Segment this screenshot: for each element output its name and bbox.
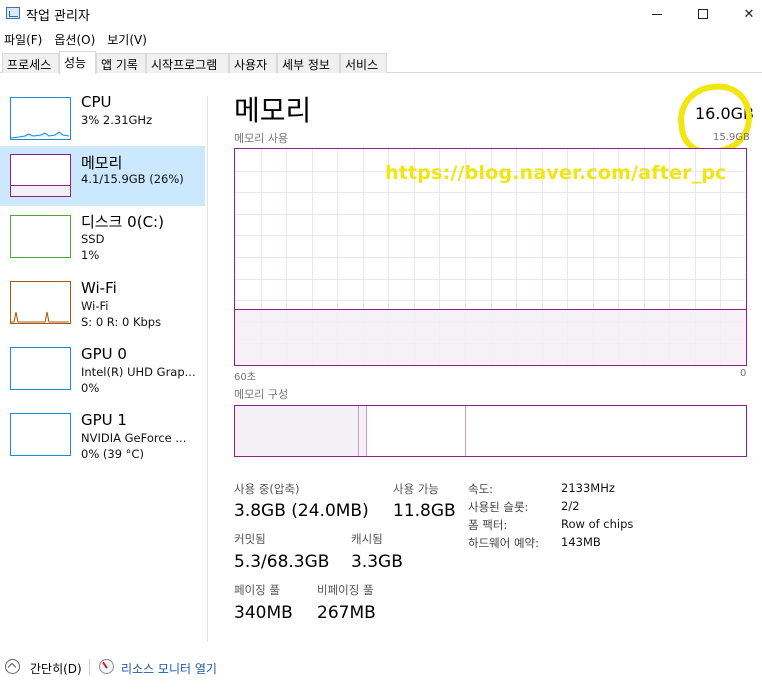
- tab-app-history[interactable]: 앱 기록: [96, 53, 146, 73]
- committed-value: 5.3/68.3GB: [234, 552, 330, 572]
- slots-label: 사용된 슬롯:: [468, 500, 529, 514]
- nonpaged-pool-label: 비페이징 풀: [317, 583, 374, 597]
- gpu1-thumbnail-graph: [10, 413, 71, 456]
- hardware-reserved-value: 143MB: [561, 535, 601, 549]
- close-button[interactable]: ✕: [726, 0, 762, 28]
- available-value: 11.8GB: [393, 501, 456, 521]
- sidebar-item-sub: Wi-Fi: [81, 299, 109, 313]
- wifi-thumbnail-graph: [10, 281, 71, 324]
- memory-composition-bar: [234, 405, 747, 457]
- menu-view[interactable]: 보기(V): [103, 29, 155, 49]
- chevron-up-icon[interactable]: [5, 659, 20, 674]
- in-use-label: 사용 중(압축): [234, 482, 300, 496]
- tab-performance[interactable]: 성능: [59, 51, 96, 74]
- sidebar-item-title: Wi-Fi: [81, 279, 117, 297]
- memory-max-label: 15.9GB: [713, 132, 750, 143]
- sidebar-item-title: GPU 0: [81, 345, 127, 363]
- panel-divider[interactable]: [207, 96, 208, 642]
- speed-label: 속도:: [468, 482, 494, 496]
- available-label: 사용 가능: [393, 482, 439, 496]
- sidebar-item-gpu1[interactable]: GPU 1 NVIDIA GeForce ... 0% (39 °C): [0, 408, 205, 470]
- committed-label: 커밋됨: [234, 532, 266, 546]
- graph-time-start: 60초: [234, 372, 256, 383]
- page-title: 메모리: [234, 94, 312, 127]
- sidebar-item-wifi[interactable]: Wi-Fi Wi-Fi S: 0 R: 0 Kbps: [0, 276, 205, 338]
- sidebar-item-cpu[interactable]: CPU 3% 2.31GHz: [0, 92, 205, 154]
- sidebar-item-sub: NVIDIA GeForce ...: [81, 431, 187, 445]
- gpu0-thumbnail-graph: [10, 347, 71, 390]
- tab-users[interactable]: 사용자: [229, 53, 277, 73]
- sidebar-item-memory[interactable]: 메모리 4.1/15.9GB (26%): [0, 146, 205, 206]
- title-bar: 작업 관리자 ✕: [0, 0, 762, 28]
- minimize-button[interactable]: [634, 0, 680, 28]
- graph-time-end: 0: [740, 368, 747, 379]
- sidebar-item-sub: 4.1/15.9GB (26%): [81, 172, 184, 186]
- hardware-reserved-label: 하드웨어 예약:: [468, 536, 540, 550]
- maximize-button[interactable]: [680, 0, 726, 28]
- blog-watermark: https://blog.naver.com/after_pc: [385, 162, 727, 184]
- form-factor-label: 폼 팩터:: [468, 518, 508, 532]
- sidebar-item-sub: S: 0 R: 0 Kbps: [81, 315, 162, 329]
- task-manager-icon: [6, 7, 20, 19]
- sidebar-item-title: 메모리: [81, 154, 123, 172]
- close-icon: ✕: [743, 6, 755, 22]
- composition-standby-divider: [465, 406, 466, 456]
- menu-file[interactable]: 파일(F): [0, 29, 50, 49]
- in-use-value: 3.8GB (24.0MB): [234, 501, 369, 521]
- resource-sidebar: CPU 3% 2.31GHz 메모리 4.1/15.9GB (26%) 디스크 …: [0, 74, 206, 644]
- minimize-icon: [652, 13, 662, 15]
- disk-thumbnail-graph: [10, 215, 71, 258]
- sidebar-item-sub: 0%: [81, 381, 100, 395]
- tab-details[interactable]: 세부 정보: [277, 53, 340, 73]
- tab-services[interactable]: 서비스: [340, 53, 387, 73]
- nonpaged-pool-value: 267MB: [317, 603, 376, 623]
- sidebar-item-sub: 0% (39 °C): [81, 447, 144, 461]
- menu-bar: 파일(F) 옵션(O) 보기(V): [0, 29, 155, 49]
- sidebar-item-sub: Intel(R) UHD Grap...: [81, 365, 196, 379]
- memory-composition-label: 메모리 구성: [234, 388, 289, 401]
- sidebar-item-sub: 1%: [81, 248, 100, 262]
- sidebar-item-title: GPU 1: [81, 411, 127, 429]
- footer-bar: 간단히(D) 리소스 모니터 열기: [0, 655, 762, 685]
- open-resource-monitor-link[interactable]: 리소스 모니터 열기: [121, 660, 217, 677]
- form-factor-value: Row of chips: [561, 517, 634, 531]
- sidebar-item-gpu0[interactable]: GPU 0 Intel(R) UHD Grap... 0%: [0, 342, 205, 404]
- sidebar-item-title: 디스크 0(C:): [81, 213, 164, 231]
- tab-bar: 프로세스 성능 앱 기록 시작프로그램 사용자 세부 정보 서비스: [0, 51, 762, 74]
- fewer-details-button[interactable]: 간단히(D): [30, 660, 82, 677]
- cached-label: 캐시됨: [351, 532, 383, 546]
- sidebar-item-disk[interactable]: 디스크 0(C:) SSD 1%: [0, 210, 205, 272]
- composition-modified: [359, 406, 367, 456]
- memory-usage-label: 메모리 사용: [234, 132, 289, 145]
- memory-usage-area: [235, 309, 746, 365]
- speed-value: 2133MHz: [561, 481, 615, 495]
- sidebar-item-sub: SSD: [81, 232, 105, 246]
- menu-options[interactable]: 옵션(O): [50, 29, 103, 49]
- sidebar-item-sub: 3% 2.31GHz: [81, 113, 153, 127]
- memory-thumbnail-graph: [10, 154, 71, 197]
- resource-monitor-icon: [99, 659, 114, 674]
- window-title: 작업 관리자: [26, 9, 90, 24]
- footer-separator: [89, 659, 90, 675]
- tab-processes[interactable]: 프로세스: [2, 53, 59, 73]
- paged-pool-label: 페이징 풀: [234, 583, 280, 597]
- cpu-thumbnail-graph: [10, 97, 71, 140]
- tab-startup[interactable]: 시작프로그램: [146, 53, 229, 73]
- composition-in-use: [235, 406, 359, 456]
- sidebar-item-title: CPU: [81, 93, 112, 111]
- yellow-highlight-circle: [673, 79, 757, 159]
- slots-value: 2/2: [561, 499, 580, 513]
- maximize-icon: [698, 9, 708, 19]
- cached-value: 3.3GB: [351, 552, 403, 572]
- paged-pool-value: 340MB: [234, 603, 293, 623]
